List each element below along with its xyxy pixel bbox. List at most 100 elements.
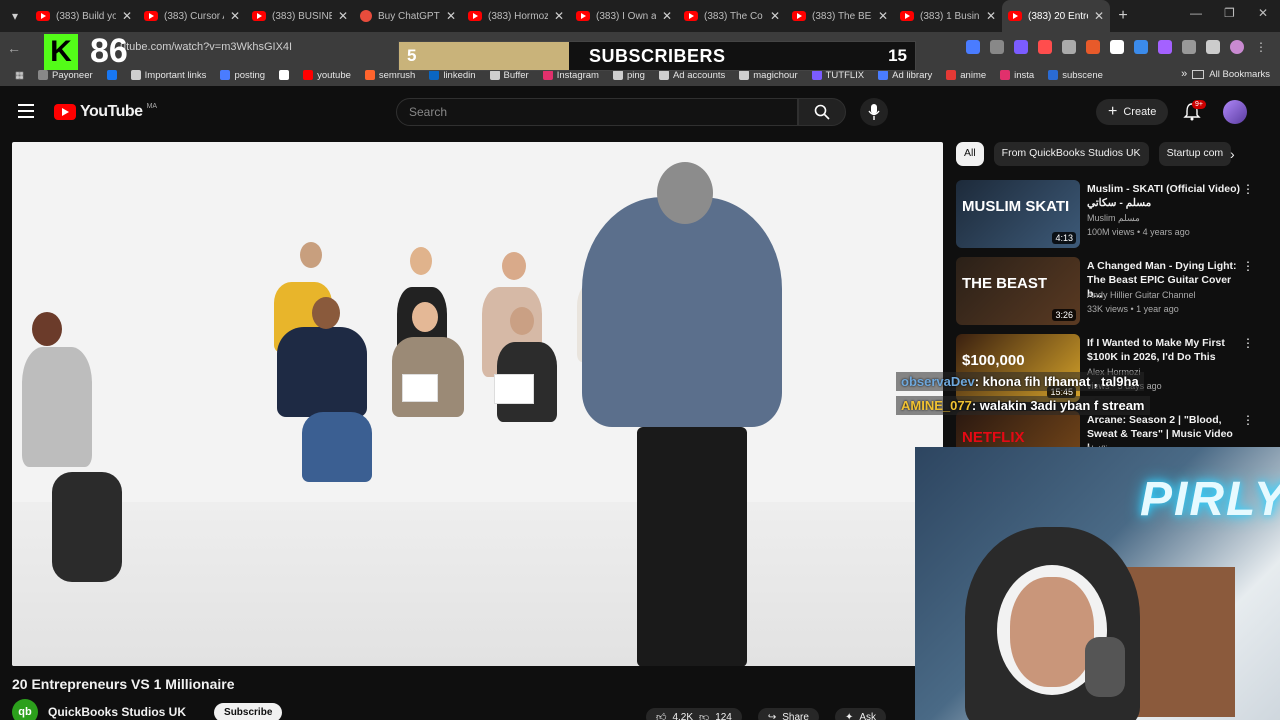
tab-close-icon[interactable]: ✕ xyxy=(446,9,456,23)
chevron-right-icon[interactable]: › xyxy=(1230,146,1235,162)
browser-tab[interactable]: (383) 1 Busin ✕ xyxy=(894,0,1002,32)
tab-close-icon[interactable]: ✕ xyxy=(1094,9,1104,23)
bookmark-item[interactable]: youtube xyxy=(296,70,358,81)
bookmark-item[interactable]: Important links xyxy=(124,70,214,81)
dislike-count[interactable]: 124 xyxy=(715,712,732,720)
filter-chip[interactable]: Startup com xyxy=(1158,142,1232,166)
tab-close-icon[interactable]: ✕ xyxy=(878,9,888,23)
bookmark-item[interactable]: TUTFLIX xyxy=(805,70,872,81)
like-count[interactable]: 4.2K xyxy=(672,712,693,720)
ask-button[interactable]: ✦ Ask xyxy=(834,708,887,720)
browser-tab[interactable]: (383) 20 Entre ✕ xyxy=(1002,0,1110,32)
tab-close-icon[interactable]: ✕ xyxy=(662,9,672,23)
all-bookmarks[interactable]: » All Bookmarks xyxy=(1181,68,1270,80)
browser-tab[interactable]: (383) The Co ✕ xyxy=(678,0,786,32)
bookmark-item[interactable]: anime xyxy=(939,70,993,81)
more-options-icon[interactable]: ⋮ xyxy=(1242,182,1254,196)
bookmark-item[interactable]: Ad library xyxy=(871,70,939,81)
extension-icon[interactable] xyxy=(990,40,1004,54)
extension-icon[interactable] xyxy=(1110,40,1124,54)
extension-icon[interactable] xyxy=(966,40,980,54)
more-options-icon[interactable]: ⋮ xyxy=(1242,259,1254,273)
youtube-favicon-icon xyxy=(144,11,158,21)
menu-kebab-icon[interactable]: ⋮ xyxy=(1254,40,1268,54)
bookmark-item[interactable]: ping xyxy=(606,70,652,81)
recommended-video-title[interactable]: If I Wanted to Make My First $100K in 20… xyxy=(1087,336,1247,364)
bookmark-item[interactable]: Payoneer xyxy=(31,70,100,81)
extension-icon[interactable] xyxy=(1086,40,1100,54)
search-button[interactable] xyxy=(798,98,846,126)
bookmark-item[interactable] xyxy=(100,70,124,81)
filter-chip[interactable]: From QuickBooks Studios UK xyxy=(993,142,1149,166)
minimize-icon[interactable]: — xyxy=(1190,6,1202,20)
tab-label: (383) Build yo xyxy=(56,10,116,22)
bookmark-item[interactable]: Instagram xyxy=(536,70,606,81)
extension-icon[interactable] xyxy=(1134,40,1148,54)
voice-search-button[interactable] xyxy=(860,98,888,126)
bookmark-item[interactable]: linkedin xyxy=(422,70,482,81)
video-thumbnail[interactable]: MUSLIM SKATI 4:13 xyxy=(956,180,1080,248)
more-options-icon[interactable]: ⋮ xyxy=(1242,413,1254,427)
browser-tab[interactable]: (383) Build yo ✕ xyxy=(30,0,138,32)
recommended-channel-name[interactable]: Muslim مسلم xyxy=(1087,213,1140,224)
restore-icon[interactable]: ❐ xyxy=(1224,6,1235,20)
close-window-icon[interactable]: ✕ xyxy=(1258,6,1268,20)
recommended-channel-name[interactable]: Andy Hillier Guitar Channel xyxy=(1087,290,1196,300)
url-field[interactable]: utube.com/watch?v=m3WkhsGIX4I xyxy=(120,41,292,53)
bookmark-item[interactable]: insta xyxy=(993,70,1041,81)
menu-icon[interactable] xyxy=(18,104,34,122)
share-button[interactable]: ↪ Share xyxy=(757,708,819,720)
country-code: MA xyxy=(146,103,158,110)
filter-chip[interactable]: All xyxy=(956,142,984,166)
browser-tab[interactable]: (383) I Own a ✕ xyxy=(570,0,678,32)
video-player[interactable] xyxy=(12,142,943,666)
puzzle-icon[interactable] xyxy=(1206,40,1220,54)
thumbs-down-icon[interactable]: 👎︎ xyxy=(699,711,709,720)
tab-close-icon[interactable]: ✕ xyxy=(230,9,240,23)
profile-icon[interactable] xyxy=(1230,40,1244,54)
recommended-video[interactable]: MUSLIM SKATI 4:13 Muslim - SKATI (Official… xyxy=(956,180,1262,250)
browser-tab[interactable]: (383) Hormoz ✕ xyxy=(462,0,570,32)
recommended-video[interactable]: THE BEAST 3:26 A Changed Man - Dying Light… xyxy=(956,257,1262,327)
bookmark-item[interactable]: subscene xyxy=(1041,70,1110,81)
extension-icon[interactable] xyxy=(1062,40,1076,54)
more-options-icon[interactable]: ⋮ xyxy=(1242,336,1254,350)
tab-close-icon[interactable]: ✕ xyxy=(986,9,996,23)
subscribe-button[interactable]: Subscribe xyxy=(214,702,283,720)
create-button[interactable]: + Create xyxy=(1096,99,1169,125)
tab-close-icon[interactable]: ✕ xyxy=(122,9,132,23)
apps-icon[interactable]: ▦ xyxy=(8,70,31,81)
browser-tab[interactable]: (383) BUSINE ✕ xyxy=(246,0,354,32)
thumbs-up-icon[interactable]: 👍︎ xyxy=(656,711,666,720)
tab-close-icon[interactable]: ✕ xyxy=(554,9,564,23)
account-avatar[interactable] xyxy=(1223,100,1247,124)
browser-tab[interactable]: Buy ChatGPT ✕ xyxy=(354,0,462,32)
bookmark-favicon-icon xyxy=(1000,70,1011,80)
browser-tab[interactable]: (383) The BES ✕ xyxy=(786,0,894,32)
browser-tab[interactable]: (383) Cursor A ✕ xyxy=(138,0,246,32)
video-thumbnail[interactable]: THE BEAST 3:26 xyxy=(956,257,1080,325)
back-icon[interactable]: ← xyxy=(0,40,28,56)
new-tab-icon[interactable]: + xyxy=(1110,7,1136,25)
tab-search-icon[interactable]: ▾ xyxy=(0,0,30,32)
bookmark-item[interactable] xyxy=(272,70,296,81)
extension-icon[interactable] xyxy=(1014,40,1028,54)
tab-close-icon[interactable]: ✕ xyxy=(338,9,348,23)
tab-close-icon[interactable]: ✕ xyxy=(770,9,780,23)
youtube-logo[interactable]: YouTube MA xyxy=(54,103,157,121)
bookmark-item[interactable]: Buffer xyxy=(483,70,536,81)
extension-icon[interactable] xyxy=(1158,40,1172,54)
channel-name[interactable]: QuickBooks Studios UK xyxy=(48,705,186,719)
bookmark-item[interactable]: Ad accounts xyxy=(652,70,732,81)
extension-icon[interactable] xyxy=(1038,40,1052,54)
channel-avatar[interactable]: qb xyxy=(12,699,38,720)
youtube-play-icon xyxy=(54,104,76,120)
extension-icon[interactable] xyxy=(1182,40,1196,54)
bookmark-item[interactable]: posting xyxy=(213,70,272,81)
search-input[interactable]: Search xyxy=(396,98,798,126)
recommended-video-title[interactable]: Muslim - SKATI (Official Video) مسلم - س… xyxy=(1087,182,1247,210)
bookmark-favicon-icon xyxy=(1048,70,1059,80)
thumbnail-text: THE BEAST xyxy=(962,275,1048,292)
bookmark-item[interactable]: semrush xyxy=(358,70,422,81)
bookmark-item[interactable]: magichour xyxy=(732,70,804,81)
